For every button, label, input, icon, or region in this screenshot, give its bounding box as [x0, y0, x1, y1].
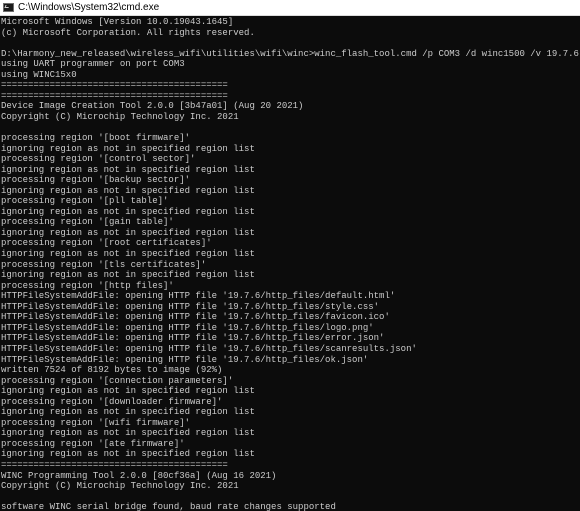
console-line: processing region '[pll table]' — [1, 196, 169, 207]
console-line: processing region '[gain table]' — [1, 217, 174, 228]
console-line: processing region '[http files]' — [1, 280, 174, 291]
console-line: Device Image Creation Tool 2.0.0 [3b47a0… — [1, 101, 304, 112]
console-line: processing region '[downloader firmware]… — [1, 396, 223, 407]
console-line: HTTPFileSystemAddFile: opening HTTP file… — [1, 333, 385, 344]
console-line: HTTPFileSystemAddFile: opening HTTP file… — [1, 343, 417, 354]
console-line: Microsoft Windows [Version 10.0.19043.16… — [1, 17, 234, 27]
console-line: using WINC15x0 — [1, 69, 77, 80]
console-line: written 7524 of 8192 bytes to image (92%… — [1, 365, 223, 376]
console-line: processing region '[backup sector]' — [1, 175, 191, 186]
console-line: ignoring region as not in specified regi… — [1, 143, 255, 154]
console-line: ignoring region as not in specified regi… — [1, 386, 255, 397]
console-line: ignoring region as not in specified regi… — [1, 449, 255, 460]
console-line: Copyright (C) Microchip Technology Inc. … — [1, 481, 239, 492]
console-line: processing region '[tls certificates]' — [1, 259, 207, 270]
console-line: processing region '[root certificates]' — [1, 238, 212, 249]
console-line: (c) Microsoft Corporation. All rights re… — [1, 27, 255, 38]
cmd-window: C:\Windows\System32\cmd.exe Microsoft Wi… — [0, 0, 580, 511]
console-line: processing region '[boot firmware]' — [1, 133, 191, 144]
console-line: HTTPFileSystemAddFile: opening HTTP file… — [1, 312, 390, 323]
cmd-icon — [3, 3, 14, 12]
console-line: ========================================… — [1, 90, 228, 101]
console-line: HTTPFileSystemAddFile: opening HTTP file… — [1, 301, 380, 312]
console-line: ignoring region as not in specified regi… — [1, 227, 255, 238]
console-line: processing region '[ate firmware]' — [1, 438, 185, 449]
console-line: processing region '[control sector]' — [1, 154, 196, 165]
title-bar[interactable]: C:\Windows\System32\cmd.exe — [0, 0, 580, 16]
console-line: processing region '[connection parameter… — [1, 375, 234, 386]
window-title: C:\Windows\System32\cmd.exe — [18, 2, 160, 13]
console-line: processing region '[wifi firmware]' — [1, 417, 191, 428]
console-line: Copyright (C) Microchip Technology Inc. … — [1, 111, 239, 122]
console-line: ========================================… — [1, 80, 228, 91]
console-line: using UART programmer on port COM3 — [1, 59, 185, 70]
console-line: ignoring region as not in specified regi… — [1, 270, 255, 281]
console-line: ignoring region as not in specified regi… — [1, 407, 255, 418]
console-line: WINC Programming Tool 2.0.0 [80cf36a] (A… — [1, 470, 277, 481]
console-line: ignoring region as not in specified regi… — [1, 185, 255, 196]
console-line: ignoring region as not in specified regi… — [1, 164, 255, 175]
console-line: ignoring region as not in specified regi… — [1, 428, 255, 439]
console-line: ignoring region as not in specified regi… — [1, 249, 255, 260]
console-line: HTTPFileSystemAddFile: opening HTTP file… — [1, 291, 396, 302]
console-line: D:\Harmony_new_released\wireless_wifi\ut… — [1, 48, 580, 59]
console-line: ignoring region as not in specified regi… — [1, 206, 255, 217]
console-line: HTTPFileSystemAddFile: opening HTTP file… — [1, 322, 374, 333]
console-line: ========================================… — [1, 459, 228, 470]
console-output[interactable]: Microsoft Windows [Version 10.0.19043.16… — [1, 17, 580, 511]
console-line: HTTPFileSystemAddFile: opening HTTP file… — [1, 354, 369, 365]
console-line: software WINC serial bridge found, baud … — [1, 502, 336, 511]
